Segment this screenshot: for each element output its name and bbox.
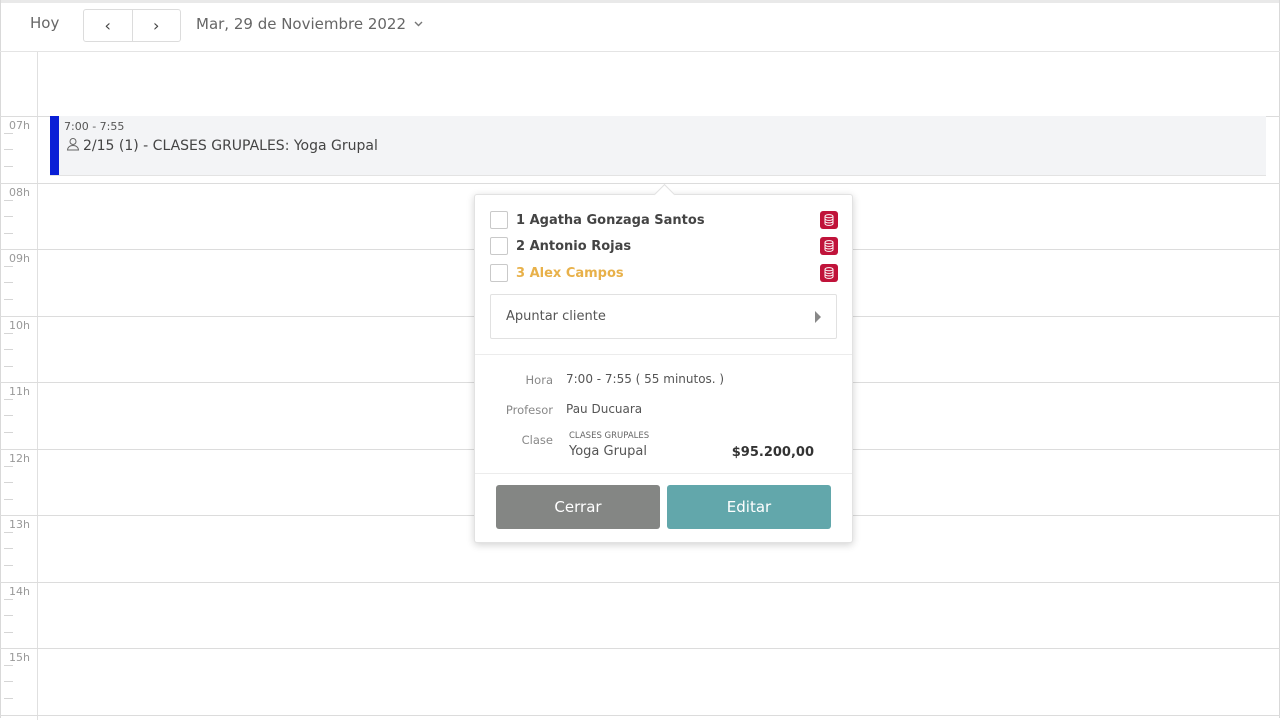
profesor-label: Profesor (505, 403, 553, 417)
quarter-tick (4, 482, 13, 483)
quarter-tick (4, 632, 13, 633)
quarter-tick (4, 499, 13, 500)
quarter-tick (4, 266, 13, 267)
quarter-tick (4, 149, 13, 150)
calendar-event[interactable]: 7:00 - 7:55 2/15 (1) - CLASES GRUPALES: … (50, 116, 1266, 176)
close-button[interactable]: Cerrar (496, 485, 660, 529)
hour-label: 12h (9, 452, 30, 465)
quarter-tick (4, 366, 13, 367)
quarter-tick (4, 200, 13, 201)
attendee-row: 3 Alex Campos (490, 263, 838, 283)
quarter-tick (4, 565, 13, 566)
quarter-tick (4, 399, 13, 400)
hour-gridline (0, 582, 1280, 583)
hour-label: 15h (9, 651, 30, 664)
attendee-name[interactable]: 3 Alex Campos (516, 266, 624, 281)
attendee-checkbox[interactable] (490, 211, 508, 229)
today-button[interactable]: Hoy (30, 14, 59, 32)
add-client-label: Apuntar cliente (506, 309, 606, 324)
attendee-checkbox[interactable] (490, 237, 508, 255)
next-day-button[interactable]: › (131, 10, 181, 41)
hour-label: 08h (9, 186, 30, 199)
database-icon[interactable] (820, 264, 838, 282)
quarter-tick (4, 681, 13, 682)
hora-value: 7:00 - 7:55 ( 55 minutos. ) (566, 372, 725, 386)
quarter-tick (4, 166, 13, 167)
hour-gridline (0, 715, 1280, 716)
attendee-row: 2 Antonio Rojas (490, 236, 838, 256)
database-icon[interactable] (820, 237, 838, 255)
attendee-name[interactable]: 2 Antonio Rojas (516, 239, 631, 254)
hour-label: 11h (9, 385, 30, 398)
chevron-down-icon (414, 19, 423, 30)
hour-label: 14h (9, 585, 30, 598)
hour-gridline (0, 183, 1280, 184)
quarter-tick (4, 415, 13, 416)
quarter-tick (4, 698, 13, 699)
prev-day-button[interactable]: ‹ (84, 10, 132, 41)
hour-label: 13h (9, 518, 30, 531)
event-color-bar (50, 116, 59, 175)
attendee-row: 1 Agatha Gonzaga Santos (490, 210, 838, 230)
quarter-tick (4, 216, 13, 217)
divider (475, 354, 852, 355)
date-nav-group: ‹ › (83, 9, 181, 42)
database-icon[interactable] (820, 211, 838, 229)
quarter-tick (4, 282, 13, 283)
attendee-name[interactable]: 1 Agatha Gonzaga Santos (516, 213, 705, 228)
divider (475, 473, 852, 474)
quarter-tick (4, 665, 13, 666)
hour-label: 09h (9, 252, 30, 265)
edit-button[interactable]: Editar (667, 485, 831, 529)
quarter-tick (4, 548, 13, 549)
event-title: 2/15 (1) - CLASES GRUPALES: Yoga Grupal (83, 138, 378, 154)
attendee-checkbox[interactable] (490, 264, 508, 282)
profesor-value: Pau Ducuara (566, 402, 643, 416)
quarter-tick (4, 532, 13, 533)
quarter-tick (4, 599, 13, 600)
quarter-tick (4, 233, 13, 234)
add-client-dropdown[interactable]: Apuntar cliente (490, 294, 837, 339)
clase-category: CLASES GRUPALES (569, 431, 650, 441)
date-label: Mar, 29 de Noviembre 2022 (196, 15, 407, 33)
quarter-tick (4, 133, 13, 134)
clase-name: Yoga Grupal (569, 444, 648, 459)
calendar-toolbar: Hoy ‹ › Mar, 29 de Noviembre 2022 (0, 0, 1280, 52)
hour-label: 10h (9, 319, 30, 332)
caret-right-icon (815, 311, 821, 323)
person-icon (66, 137, 80, 155)
hora-label: Hora (525, 373, 553, 387)
quarter-tick (4, 615, 13, 616)
hour-label: 07h (9, 119, 30, 132)
quarter-tick (4, 432, 13, 433)
quarter-tick (4, 333, 13, 334)
event-time: 7:00 - 7:55 (64, 120, 125, 133)
event-title-row: 2/15 (1) - CLASES GRUPALES: Yoga Grupal (66, 137, 378, 155)
clase-price: $95.200,00 (731, 445, 814, 460)
hour-gridline (0, 648, 1280, 649)
quarter-tick (4, 466, 13, 467)
event-popover: 1 Agatha Gonzaga Santos 2 Antonio Rojas … (474, 183, 853, 543)
date-selector[interactable]: Mar, 29 de Noviembre 2022 (196, 15, 423, 33)
quarter-tick (4, 299, 13, 300)
quarter-tick (4, 349, 13, 350)
clase-label: Clase (521, 433, 553, 447)
